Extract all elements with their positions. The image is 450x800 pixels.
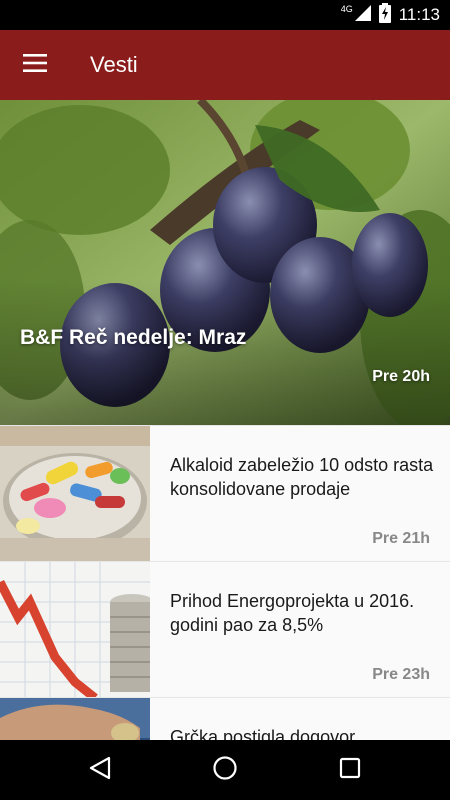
menu-button[interactable] bbox=[14, 44, 56, 86]
news-feed[interactable]: B&F Reč nedelje: Mraz Pre 20h Alkaloid z… bbox=[0, 100, 450, 740]
list-item[interactable]: Alkaloid zabeležio 10 odsto rasta konsol… bbox=[0, 425, 450, 562]
featured-article[interactable]: B&F Reč nedelje: Mraz Pre 20h bbox=[0, 100, 450, 425]
battery-charging-icon bbox=[378, 3, 391, 27]
pills-image bbox=[0, 426, 150, 562]
back-button[interactable] bbox=[75, 750, 125, 790]
hand-coin-image bbox=[0, 698, 150, 740]
home-button[interactable] bbox=[200, 750, 250, 790]
status-time: 11:13 bbox=[398, 5, 440, 24]
recents-square-icon bbox=[339, 757, 361, 783]
signal-icon bbox=[354, 5, 371, 25]
list-item-title[interactable]: Alkaloid zabeležio 10 odsto rasta konsol… bbox=[170, 453, 435, 501]
hamburger-menu-icon bbox=[23, 54, 47, 76]
status-bar: 4G 11:13 bbox=[0, 0, 450, 30]
navigation-bar bbox=[0, 740, 450, 800]
page-title: Vesti bbox=[90, 52, 138, 77]
coins-chart-image bbox=[0, 562, 150, 698]
list-item[interactable]: Grčka postigla dogovor bbox=[0, 697, 450, 740]
list-item-title[interactable]: Prihod Energoprojekta u 2016. godini pao… bbox=[170, 589, 435, 637]
app-bar: Vesti bbox=[0, 30, 450, 100]
list-item-time: Pre 21h bbox=[372, 530, 430, 547]
network-type: 4G bbox=[340, 4, 353, 14]
recents-button[interactable] bbox=[325, 750, 375, 790]
list-item-title[interactable]: Grčka postigla dogovor bbox=[170, 725, 435, 740]
featured-article-title[interactable]: B&F Reč nedelje: Mraz bbox=[20, 326, 246, 350]
home-circle-icon bbox=[212, 755, 238, 785]
list-item[interactable]: Prihod Energoprojekta u 2016. godini pao… bbox=[0, 561, 450, 698]
list-item-time: Pre 23h bbox=[372, 666, 430, 683]
back-triangle-icon bbox=[89, 756, 111, 784]
featured-article-time: Pre 20h bbox=[372, 368, 430, 385]
